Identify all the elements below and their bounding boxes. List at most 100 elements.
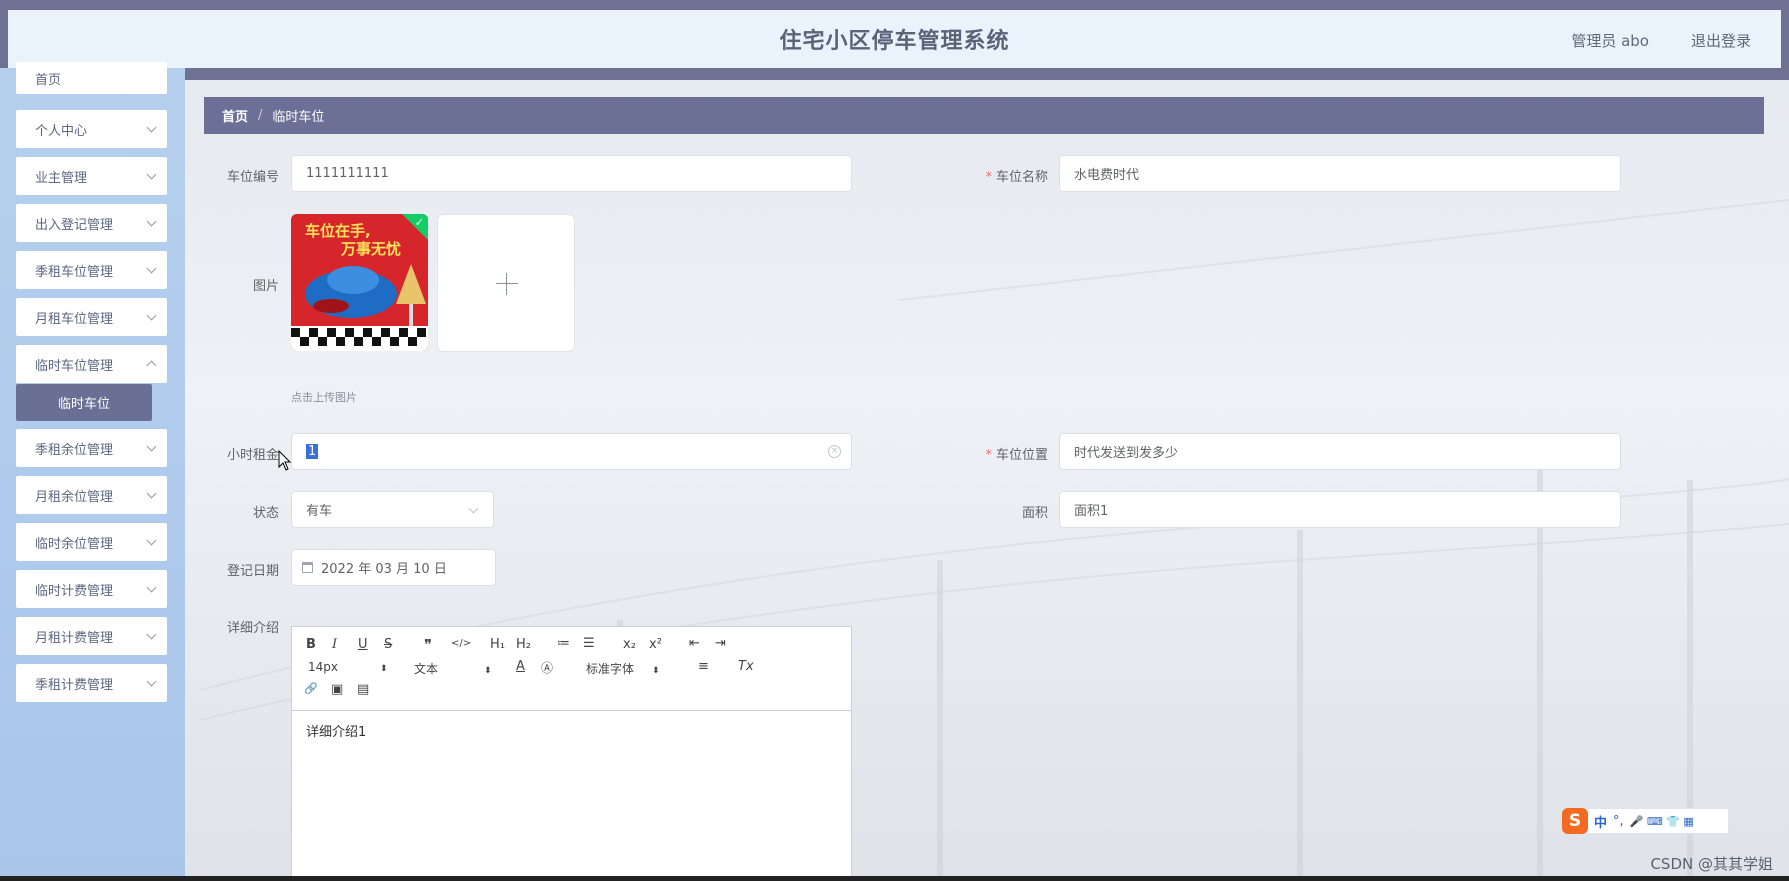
link-button[interactable]: 🔗	[304, 682, 318, 695]
format-select[interactable]: 文本 ⬍	[414, 660, 492, 677]
sidebar-item-temp-billing[interactable]: 临时计费管理	[16, 570, 167, 608]
sogou-logo-icon[interactable]: S	[1562, 808, 1588, 834]
ime-mode-toggle[interactable]: 中	[1594, 812, 1607, 831]
sidebar-item-label: 出入登记管理	[35, 217, 114, 233]
chevron-down-icon	[146, 216, 157, 227]
uploaded-image[interactable]: 车位在手, 万事无忧 ✓	[291, 214, 428, 351]
poster-text-2: 万事无忧	[341, 240, 402, 258]
outdent-button[interactable]: ⇤	[689, 636, 700, 651]
check-icon: ✓	[414, 216, 424, 229]
sidebar-item-label: 月租余位管理	[35, 489, 114, 505]
reg-date-label: 登记日期	[226, 564, 279, 579]
area-label: 面积	[1021, 506, 1048, 521]
font-size-select[interactable]: 14px ⬍	[308, 660, 388, 674]
chevron-down-icon	[146, 122, 157, 133]
sidebar-item-monthly-spots[interactable]: 月租车位管理	[16, 298, 167, 336]
chevron-down-icon	[146, 169, 157, 180]
format-value: 文本	[414, 662, 439, 676]
sidebar: 首页 个人中心 业主管理 出入登记管理 季租车位管理 月租车位管理 临时车位管理…	[0, 62, 185, 881]
font-family-value: 标准字体	[586, 662, 635, 676]
chevron-down-icon	[146, 676, 157, 687]
app-title: 住宅小区停车管理系统	[779, 29, 1010, 54]
hour-rent-input[interactable]: 1 ×	[291, 433, 852, 470]
chevron-down-icon	[146, 310, 157, 321]
plus-icon-vertical	[506, 273, 507, 295]
ime-punct-toggle[interactable]: °,	[1613, 814, 1624, 829]
strike-button[interactable]: S	[384, 637, 392, 652]
status-select[interactable]: 有车	[291, 491, 494, 528]
sidebar-item-home[interactable]: 首页	[16, 62, 167, 94]
location-field[interactable]	[1074, 444, 1606, 459]
logout-link[interactable]: 退出登录	[1691, 30, 1751, 51]
sidebar-item-quarterly-spots[interactable]: 季租车位管理	[16, 251, 167, 289]
ordered-list-button[interactable]: ≔	[557, 636, 570, 651]
sidebar-item-label: 临时余位管理	[35, 536, 114, 552]
chevron-down-icon	[468, 503, 479, 514]
hour-rent-label: 小时租金	[226, 448, 279, 463]
background-color-button[interactable]: Ⓐ	[541, 659, 553, 676]
sidebar-item-label: 季租车位管理	[35, 264, 114, 280]
calendar-icon	[302, 562, 313, 573]
sidebar-item-entry-exit[interactable]: 出入登记管理	[16, 204, 167, 242]
font-color-button[interactable]: A	[516, 659, 525, 674]
sidebar-item-temp-spots[interactable]: 临时车位管理	[16, 345, 167, 383]
spot-no-field[interactable]	[306, 166, 837, 181]
sidebar-item-owner-mgmt[interactable]: 业主管理	[16, 157, 167, 195]
updown-icon: ⬍	[380, 664, 388, 674]
chevron-down-icon	[146, 263, 157, 274]
hour-rent-value[interactable]: 1	[306, 444, 319, 459]
bullet-list-button[interactable]: ☰	[583, 636, 595, 651]
location-input[interactable]	[1059, 433, 1621, 470]
blockquote-button[interactable]: ❞	[424, 636, 432, 654]
sidebar-item-monthly-billing[interactable]: 月租计费管理	[16, 617, 167, 655]
font-family-select[interactable]: 标准字体 ⬍	[586, 660, 660, 677]
chevron-down-icon	[146, 488, 157, 499]
sidebar-item-label: 业主管理	[35, 170, 88, 186]
underline-button[interactable]: U	[358, 637, 368, 652]
sidebar-item-label: 个人中心	[35, 123, 88, 139]
location-label-text: 车位位置	[995, 448, 1048, 463]
user-label: 管理员 abo	[1571, 32, 1649, 50]
chevron-down-icon	[146, 441, 157, 452]
sidebar-item-quarterly-remaining[interactable]: 季租余位管理	[16, 429, 167, 467]
sidebar-item-label: 月租计费管理	[35, 630, 114, 646]
sidebar-subitem-temp-spot[interactable]: 临时车位	[16, 384, 152, 421]
video-button[interactable]: ▤	[357, 682, 369, 697]
superscript-button[interactable]: x²	[649, 637, 662, 652]
clean-format-button[interactable]: Tx	[738, 659, 754, 674]
bold-button[interactable]: B	[306, 637, 316, 652]
sidebar-item-monthly-remaining[interactable]: 月租余位管理	[16, 476, 167, 514]
updown-icon: ⬍	[484, 666, 492, 676]
sidebar-item-label: 临时车位管理	[35, 358, 114, 374]
required-mark: *	[985, 170, 992, 185]
indent-button[interactable]: ⇥	[715, 636, 726, 651]
image-button[interactable]: ▣	[331, 682, 343, 697]
required-mark: *	[985, 448, 992, 463]
spot-name-label: * 车位名称	[958, 166, 1048, 185]
upload-button[interactable]	[437, 214, 575, 352]
spot-no-input[interactable]	[291, 155, 852, 192]
breadcrumb-home[interactable]: 首页	[222, 106, 248, 125]
ime-tools-icons[interactable]: 🎤 ⌨ 👕 ▦	[1630, 815, 1694, 828]
sidebar-item-label: 月租车位管理	[35, 311, 114, 327]
sidebar-item-personal-center[interactable]: 个人中心	[16, 110, 167, 148]
sidebar-item-label: 首页	[35, 72, 62, 88]
italic-button[interactable]: I	[332, 637, 337, 652]
reg-date-picker[interactable]: 2022 年 03 月 10 日	[291, 549, 496, 586]
bottom-edge	[0, 876, 1789, 881]
sidebar-item-temp-remaining[interactable]: 临时余位管理	[16, 523, 167, 561]
chevron-up-icon	[146, 360, 157, 371]
align-button[interactable]: ≡	[698, 659, 709, 674]
upload-hint: 点击上传图片	[291, 391, 357, 404]
sidebar-item-quarterly-billing[interactable]: 季租计费管理	[16, 664, 167, 702]
editor-content[interactable]: 详细介绍1	[292, 711, 851, 750]
area-input[interactable]	[1059, 491, 1621, 528]
header1-button[interactable]: H₁	[490, 637, 505, 652]
clear-icon[interactable]: ×	[828, 445, 841, 458]
area-field[interactable]	[1074, 502, 1606, 517]
spot-name-field[interactable]	[1074, 166, 1606, 181]
code-block-button[interactable]: </>	[451, 638, 471, 649]
subscript-button[interactable]: x₂	[623, 637, 636, 652]
spot-name-input[interactable]	[1059, 155, 1621, 192]
header2-button[interactable]: H₂	[516, 637, 531, 652]
